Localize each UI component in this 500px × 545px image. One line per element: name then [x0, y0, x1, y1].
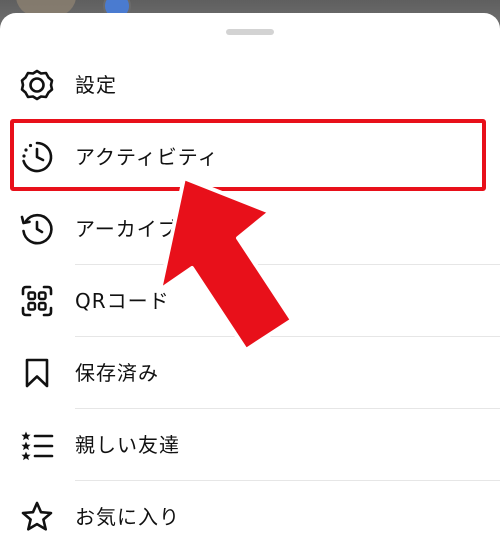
menu-item-saved[interactable]: 保存済み	[0, 337, 500, 409]
screen: 設定 アクティビティ アーカイブ QRコード 保存済み 親しい友達 お気に入り	[0, 0, 500, 545]
sheet-drag-handle[interactable]	[226, 29, 274, 35]
bookmark-icon	[19, 355, 55, 391]
menu-item-label: 保存済み	[75, 361, 159, 385]
menu-item-label: お気に入り	[75, 505, 180, 529]
menu-item-favorites[interactable]: お気に入り	[0, 481, 500, 545]
menu-item-settings[interactable]: 設定	[0, 49, 500, 121]
menu-item-label: アーカイブ	[75, 217, 179, 241]
archive-history-icon	[19, 211, 55, 247]
menu-item-archive[interactable]: アーカイブ	[0, 193, 500, 265]
menu-item-label: アクティビティ	[75, 145, 219, 169]
activity-clock-icon	[19, 139, 55, 175]
menu-item-label: QRコード	[75, 289, 170, 313]
menu-item-qr-code[interactable]: QRコード	[0, 265, 500, 337]
menu-item-label: 設定	[75, 73, 117, 97]
menu-item-label: 親しい友達	[75, 433, 180, 457]
star-icon	[19, 499, 55, 535]
menu-item-close-friends[interactable]: 親しい友達	[0, 409, 500, 481]
gear-icon	[19, 67, 55, 103]
menu-item-activity[interactable]: アクティビティ	[0, 121, 500, 193]
close-friends-list-icon	[19, 427, 55, 463]
bottom-sheet-menu: 設定 アクティビティ アーカイブ QRコード 保存済み 親しい友達 お気に入り	[0, 13, 500, 545]
qr-code-icon	[19, 283, 55, 319]
